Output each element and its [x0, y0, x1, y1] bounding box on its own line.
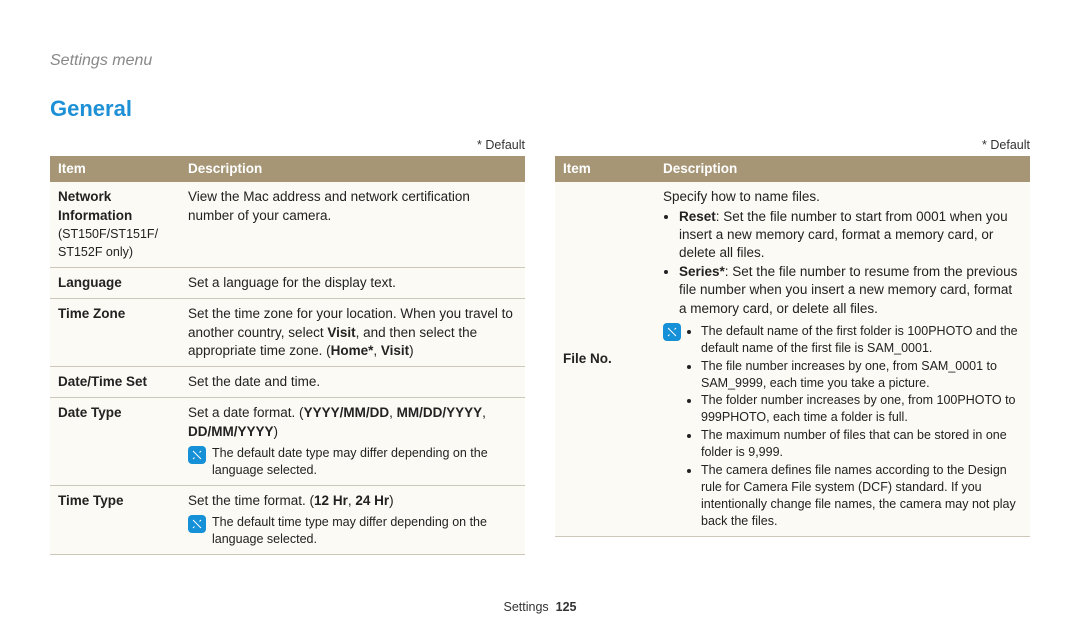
- desc-language: Set a language for the display text.: [180, 268, 525, 299]
- desc-time-zone: Set the time zone for your location. Whe…: [180, 299, 525, 367]
- table-row: Date Type Set a date format. (YYYY/MM/DD…: [50, 398, 525, 485]
- list-item: Series*: Set the file number to resume f…: [679, 263, 1022, 318]
- desc-date-time-set: Set the date and time.: [180, 367, 525, 398]
- desc-file-no: Specify how to name files. Reset: Set th…: [655, 182, 1030, 537]
- note-block: The default time type may differ dependi…: [188, 514, 517, 548]
- item-time-type: Time Type: [50, 485, 180, 554]
- item-network-information: Network Information (ST150F/ST151F/ ST15…: [50, 182, 180, 267]
- file-no-notes: The default name of the first folder is …: [701, 322, 1022, 531]
- header-item: Item: [555, 156, 655, 182]
- item-language: Language: [50, 268, 180, 299]
- table-row: File No. Specify how to name files. Rese…: [555, 182, 1030, 537]
- list-item: The maximum number of files that can be …: [701, 427, 1022, 461]
- column-left: * Default Item Description Network Infor…: [50, 137, 525, 554]
- table-row: Date/Time Set Set the date and time.: [50, 367, 525, 398]
- table-row: Network Information (ST150F/ST151F/ ST15…: [50, 182, 525, 267]
- header-description: Description: [180, 156, 525, 182]
- note-text: The default date type may differ dependi…: [212, 445, 517, 479]
- content-columns: * Default Item Description Network Infor…: [50, 137, 1030, 554]
- note-block: The default name of the first folder is …: [663, 322, 1022, 531]
- note-icon: [663, 323, 681, 341]
- table-row: Language Set a language for the display …: [50, 268, 525, 299]
- settings-table-left: Item Description Network Information (ST…: [50, 156, 525, 554]
- list-item: The file number increases by one, from S…: [701, 358, 1022, 392]
- note-icon: [188, 446, 206, 464]
- footer-page-number: 125: [556, 600, 577, 614]
- table-row: Time Type Set the time format. (12 Hr, 2…: [50, 485, 525, 554]
- desc-time-type: Set the time format. (12 Hr, 24 Hr) The …: [180, 485, 525, 554]
- settings-table-right: Item Description File No. Specify how to…: [555, 156, 1030, 537]
- file-no-options: Reset: Set the file number to start from…: [679, 208, 1022, 318]
- list-item: The default name of the first folder is …: [701, 323, 1022, 357]
- default-note-left: * Default: [50, 137, 525, 154]
- default-note-right: * Default: [555, 137, 1030, 154]
- column-right: * Default Item Description File No. Spec…: [555, 137, 1030, 554]
- item-date-type: Date Type: [50, 398, 180, 485]
- item-date-time-set: Date/Time Set: [50, 367, 180, 398]
- file-no-intro: Specify how to name files.: [663, 188, 1022, 206]
- desc-network-information: View the Mac address and network certifi…: [180, 182, 525, 267]
- note-text: The default time type may differ dependi…: [212, 514, 517, 548]
- header-item: Item: [50, 156, 180, 182]
- list-item: The folder number increases by one, from…: [701, 392, 1022, 426]
- table-header-row: Item Description: [555, 156, 1030, 182]
- table-row: Time Zone Set the time zone for your loc…: [50, 299, 525, 367]
- header-description: Description: [655, 156, 1030, 182]
- list-item: Reset: Set the file number to start from…: [679, 208, 1022, 263]
- table-header-row: Item Description: [50, 156, 525, 182]
- note-block: The default date type may differ dependi…: [188, 445, 517, 479]
- desc-date-type: Set a date format. (YYYY/MM/DD, MM/DD/YY…: [180, 398, 525, 485]
- footer-section: Settings: [504, 600, 549, 614]
- breadcrumb: Settings menu: [50, 50, 1030, 72]
- page-footer: Settings 125: [0, 599, 1080, 616]
- item-time-zone: Time Zone: [50, 299, 180, 367]
- item-file-no: File No.: [555, 182, 655, 537]
- list-item: The camera defines file names according …: [701, 462, 1022, 530]
- section-title: General: [50, 94, 1030, 124]
- note-icon: [188, 515, 206, 533]
